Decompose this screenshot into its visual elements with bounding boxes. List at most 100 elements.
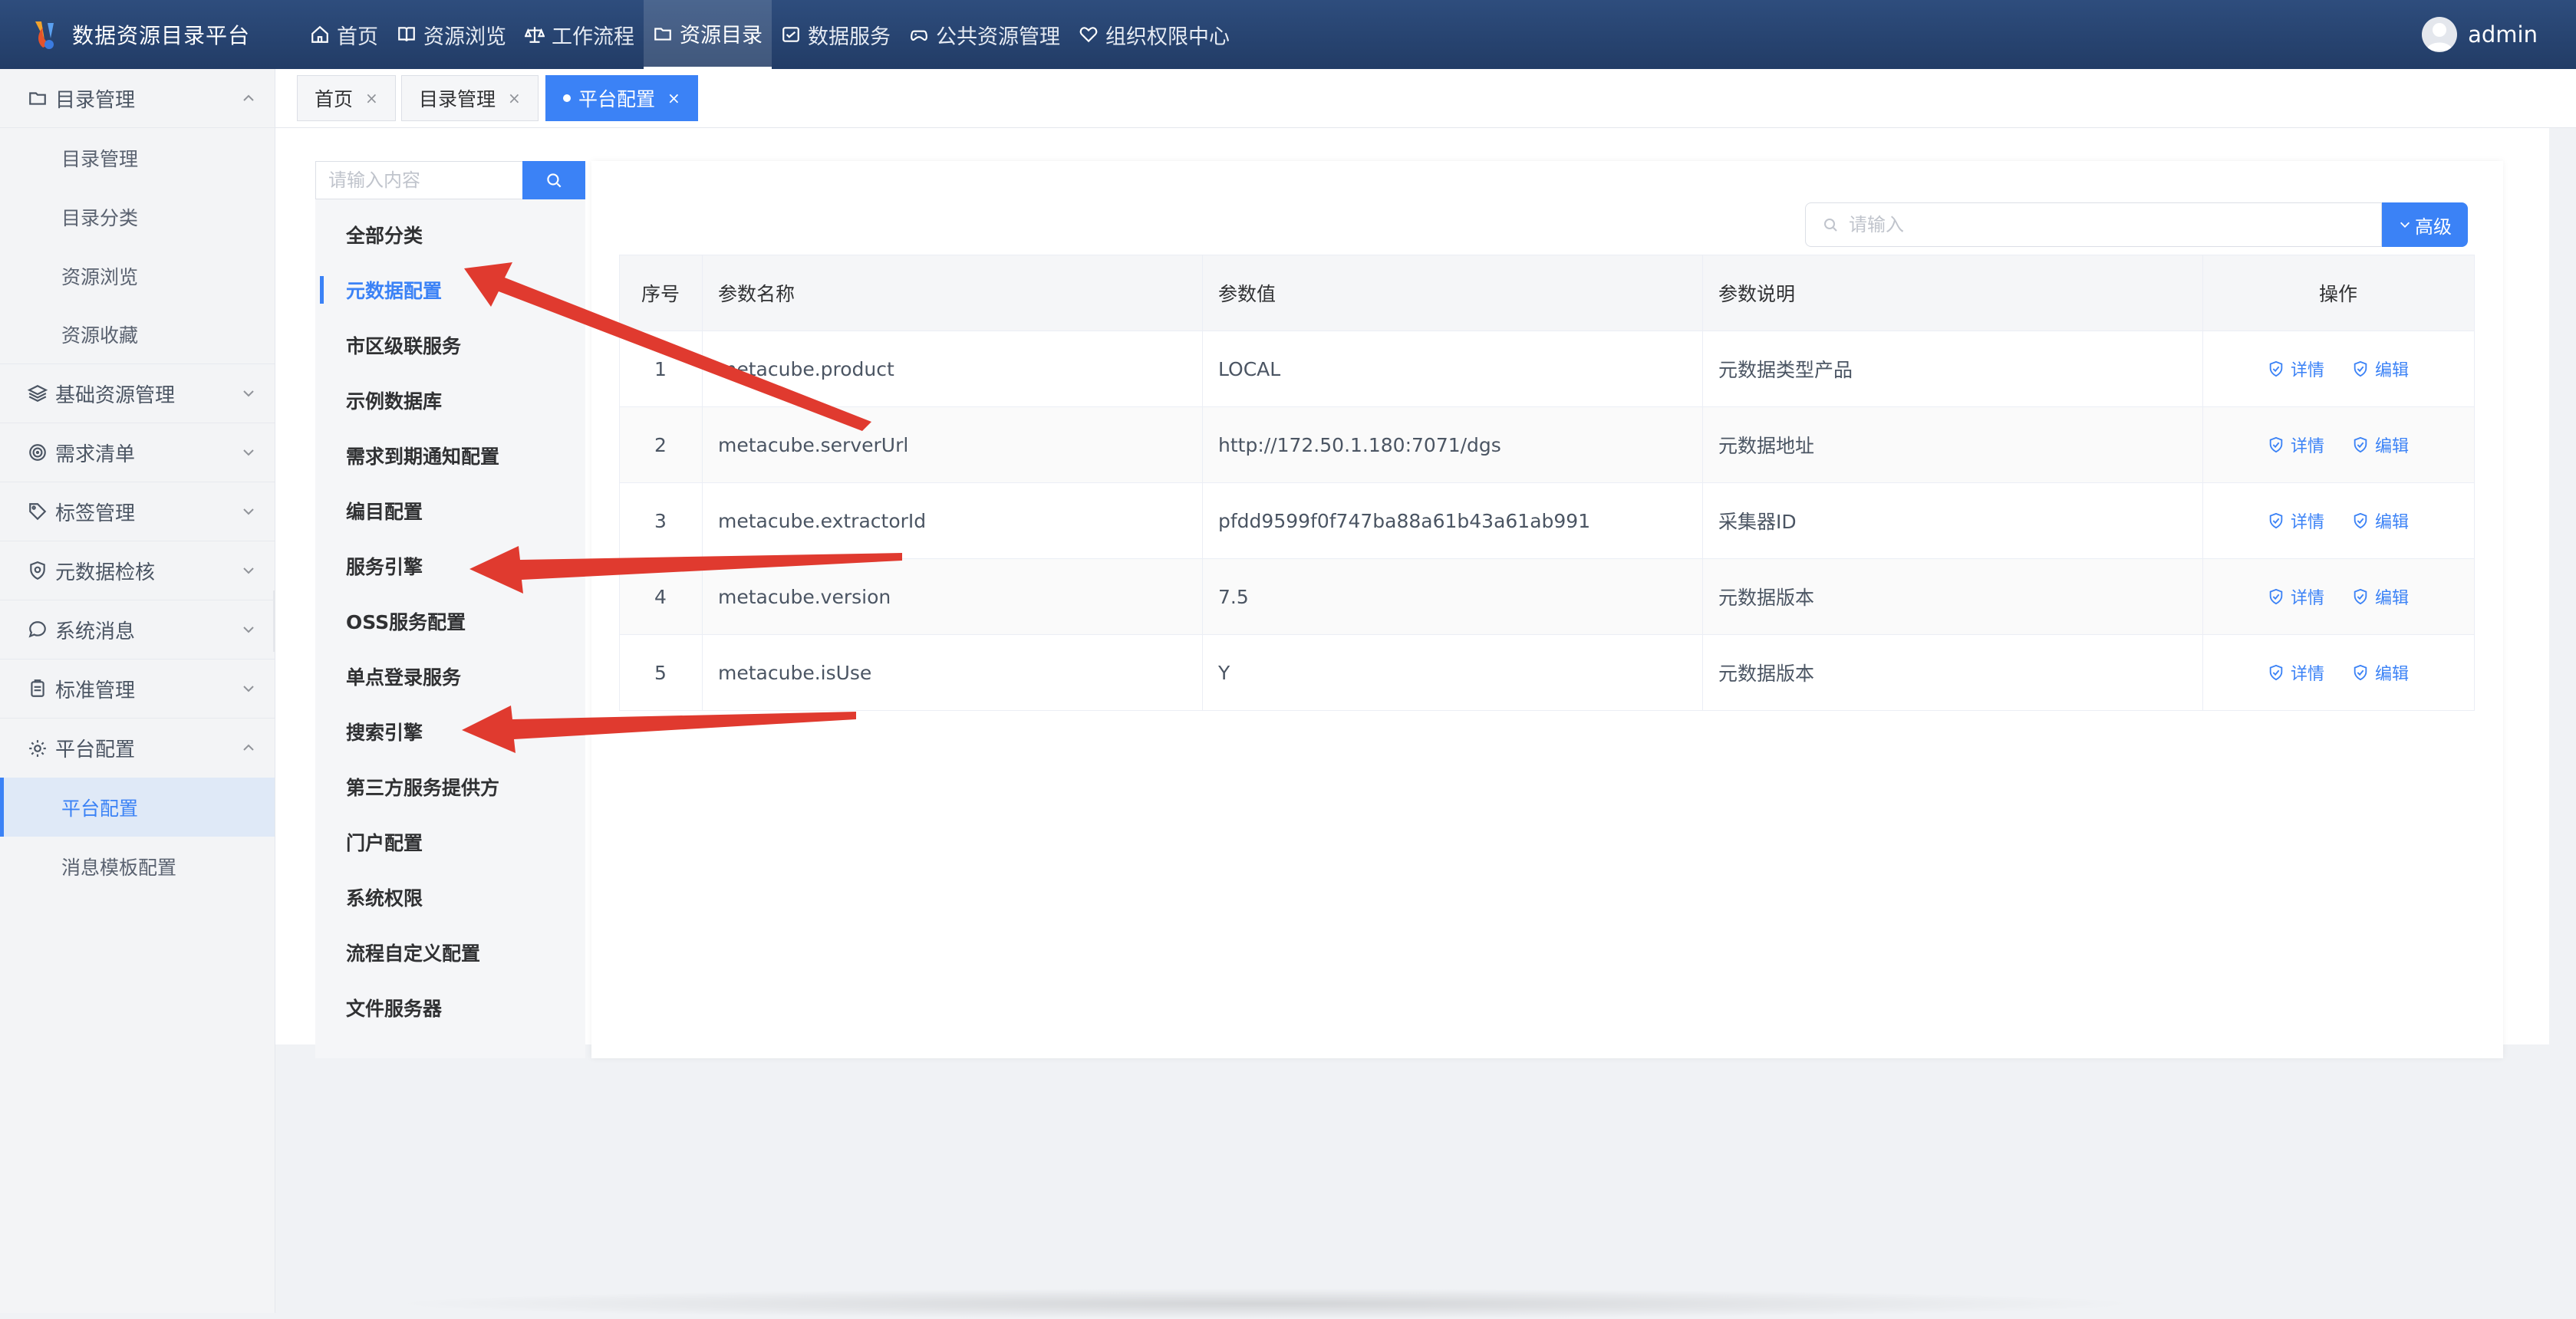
edit-label: 编辑: [2374, 436, 2409, 456]
cell-no: 5: [619, 634, 703, 711]
filter-input[interactable]: [1847, 213, 2372, 236]
sidebar-item-catalog-category[interactable]: 目录分类: [0, 187, 275, 246]
tab-home[interactable]: 首页 ×: [297, 75, 396, 121]
nav-home[interactable]: 首页: [301, 0, 387, 69]
detail-button[interactable]: 详情: [2268, 584, 2324, 609]
advanced-label: 高级: [2415, 215, 2452, 238]
tab-label: 平台配置: [578, 88, 656, 110]
category-search-input[interactable]: [315, 161, 522, 199]
sidebar-item-resource-favorite[interactable]: 资源收藏: [0, 305, 275, 364]
close-icon[interactable]: ×: [365, 89, 378, 107]
tab-catalog-manage[interactable]: 目录管理 ×: [401, 75, 539, 121]
chevron-down-icon: [243, 449, 254, 456]
edit-button[interactable]: 编辑: [2352, 660, 2409, 685]
category-service-engine[interactable]: 服务引擎: [315, 538, 585, 594]
cell-name: metacube.extractorId: [702, 482, 1203, 559]
cell-ops: 详情 编辑: [2202, 406, 2475, 483]
category-system-permission[interactable]: 系统权限: [315, 870, 585, 925]
sidebar-group-catalog[interactable]: 目录管理: [0, 69, 275, 128]
close-icon[interactable]: ×: [667, 89, 680, 107]
sidebar-group-demand-list[interactable]: 需求清单: [0, 423, 275, 482]
tab-platform-config[interactable]: 平台配置 ×: [545, 75, 698, 121]
sidebar-group-platform-config[interactable]: 平台配置: [0, 719, 275, 778]
edit-button[interactable]: 编辑: [2352, 584, 2409, 609]
sidebar-group-label: 目录管理: [55, 88, 136, 112]
sidebar-item-catalog-manage[interactable]: 目录管理: [0, 128, 275, 187]
shield-check-icon: [2269, 512, 2283, 528]
close-icon[interactable]: ×: [508, 89, 521, 107]
sidebar-group-label: 需求清单: [55, 442, 136, 466]
nav-workflow[interactable]: 工作流程: [516, 0, 644, 69]
detail-label: 详情: [2291, 436, 2325, 456]
edit-button[interactable]: 编辑: [2352, 357, 2409, 381]
category-search-engine[interactable]: 搜索引擎: [315, 704, 585, 759]
filter-bar: 高级: [1805, 202, 2468, 247]
nav-resource-browse[interactable]: 资源浏览: [387, 0, 516, 69]
home-icon: [311, 25, 328, 43]
nav-resource-catalog[interactable]: 资源目录: [644, 0, 772, 69]
detail-label: 详情: [2291, 360, 2325, 380]
cell-ops: 详情 编辑: [2202, 331, 2475, 407]
cell-name: metacube.product: [702, 331, 1203, 407]
category-workflow-custom[interactable]: 流程自定义配置: [315, 925, 585, 980]
category-city-cascade[interactable]: 市区级联服务: [315, 317, 585, 373]
active-dot: [563, 94, 571, 102]
sidebar-item-message-template[interactable]: 消息模板配置: [0, 837, 275, 896]
filter-input-wrapper: [1805, 202, 2382, 247]
sidebar-group-metadata-check[interactable]: 元数据检核: [0, 541, 275, 600]
tab-bar: 首页 × 目录管理 × 平台配置 ×: [275, 69, 2576, 128]
chevron-down-icon: [243, 627, 254, 633]
shield-check-icon: [2269, 664, 2283, 680]
detail-button[interactable]: 详情: [2268, 660, 2324, 685]
detail-button[interactable]: 详情: [2268, 357, 2324, 381]
edit-button[interactable]: 编辑: [2352, 433, 2409, 457]
category-catalog-config[interactable]: 编目配置: [315, 483, 585, 538]
category-portal-config[interactable]: 门户配置: [315, 814, 585, 870]
nav-label: 首页: [337, 25, 378, 49]
nav-label: 组织权限中心: [1105, 25, 1230, 49]
sidebar-item-label: 目录管理: [61, 147, 139, 170]
top-bar: 数据资源目录平台 首页 资源浏览 工作流程 资源目录 数据服务 公共资源管理 组…: [0, 0, 2576, 69]
nav-label: 数据服务: [808, 25, 891, 49]
user-menu[interactable]: admin: [2422, 0, 2538, 69]
category-demand-expiry[interactable]: 需求到期通知配置: [315, 428, 585, 483]
table-row: 3 metacube.extractorId pfdd9599f0f747ba8…: [619, 482, 2475, 559]
col-header-desc: 参数说明: [1702, 255, 2203, 331]
search-icon: [1824, 219, 1837, 232]
category-search: [315, 161, 585, 199]
cell-no: 4: [619, 558, 703, 635]
category-third-party[interactable]: 第三方服务提供方: [315, 759, 585, 814]
category-sample-db[interactable]: 示例数据库: [315, 373, 585, 428]
col-header-value: 参数值: [1202, 255, 1703, 331]
sidebar-group-label: 标签管理: [55, 502, 136, 525]
detail-button[interactable]: 详情: [2268, 433, 2324, 457]
advanced-button[interactable]: 高级: [2382, 202, 2468, 247]
sidebar-group-base-resource[interactable]: 基础资源管理: [0, 364, 275, 423]
category-file-server[interactable]: 文件服务器: [315, 980, 585, 1035]
nav-org-permission[interactable]: 组织权限中心: [1069, 0, 1239, 69]
edit-button[interactable]: 编辑: [2352, 508, 2409, 533]
nav-label: 资源目录: [680, 24, 763, 48]
cell-no: 3: [619, 482, 703, 559]
scale-icon: [525, 27, 545, 43]
sidebar-group-system-message[interactable]: 系统消息: [0, 600, 275, 660]
category-metadata-config[interactable]: 元数据配置: [315, 262, 585, 317]
avatar: [2422, 17, 2458, 52]
sidebar-group-standard-manage[interactable]: 标准管理: [0, 660, 275, 719]
nav-data-service[interactable]: 数据服务: [772, 0, 900, 69]
sidebar-group-tag-manage[interactable]: 标签管理: [0, 482, 275, 541]
nav-public-resource[interactable]: 公共资源管理: [900, 0, 1069, 69]
sidebar-item-resource-browse[interactable]: 资源浏览: [0, 246, 275, 305]
app-title: 数据资源目录平台: [72, 23, 251, 48]
shield-check-icon: [2354, 512, 2367, 528]
category-search-button[interactable]: [522, 161, 585, 199]
table-row: 5 metacube.isUse Y 元数据版本 详情 编辑: [619, 634, 2475, 711]
brand[interactable]: 数据资源目录平台: [28, 0, 250, 69]
category-sso[interactable]: 单点登录服务: [315, 649, 585, 704]
cell-desc: 元数据地址: [1702, 406, 2203, 483]
detail-button[interactable]: 详情: [2268, 508, 2324, 533]
category-all[interactable]: 全部分类: [315, 207, 585, 262]
chevron-down-icon: [243, 567, 254, 574]
category-oss-config[interactable]: OSS服务配置: [315, 594, 585, 649]
sidebar-item-platform-config[interactable]: 平台配置: [0, 778, 275, 837]
